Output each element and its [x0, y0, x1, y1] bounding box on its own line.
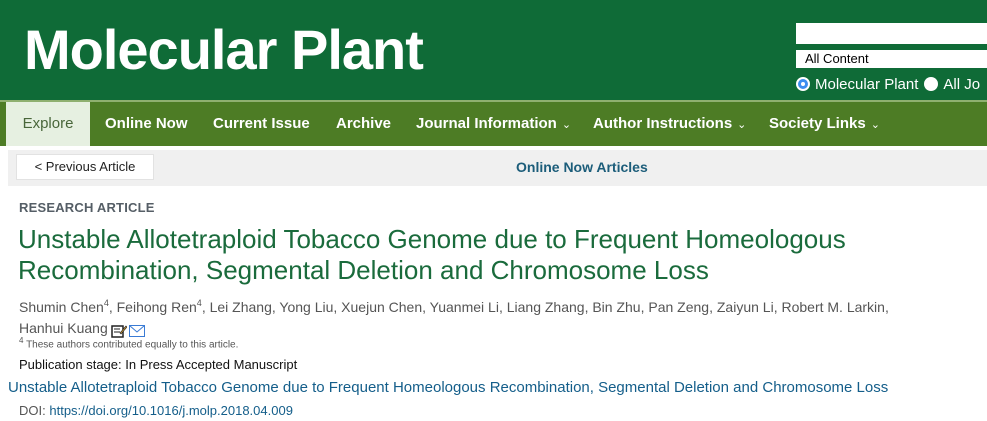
footnote-mark: 4 — [19, 336, 24, 345]
nav-label: Journal Information — [416, 115, 557, 132]
radio-all-journals[interactable] — [924, 77, 939, 91]
author-name[interactable]: Lei Zhang — [210, 299, 272, 315]
publication-stage: Publication stage: In Press Accepted Man… — [19, 357, 298, 372]
nav-label: Society Links — [769, 115, 866, 132]
radio-label-molecular-plant: Molecular Plant — [815, 76, 919, 93]
nav-society-links[interactable]: Society Links ⌄ — [769, 102, 880, 146]
author-name[interactable]: Xuejun Chen — [341, 299, 422, 315]
chevron-down-icon: ⌄ — [737, 119, 747, 131]
nav-label: Archive — [336, 115, 392, 132]
radio-label-all-journals: All Jo — [943, 76, 981, 93]
author-name[interactable]: Feihong Ren — [117, 299, 197, 315]
author-name[interactable]: Yuanmei Li — [430, 299, 499, 315]
author-footnote: 4 These authors contributed equally to t… — [19, 336, 238, 350]
author-name[interactable]: Robert M. Larkin — [781, 299, 884, 315]
article-title: Unstable Allotetraploid Tobacco Genome d… — [18, 224, 846, 285]
doi-label: DOI: — [19, 403, 46, 418]
nav-explore[interactable]: Explore — [6, 102, 90, 146]
chevron-down-icon: ⌄ — [870, 119, 880, 131]
nav-label: Online Now — [105, 115, 188, 132]
author-name[interactable]: Shumin Chen — [19, 299, 104, 315]
nav-label: Author Instructions — [593, 115, 733, 132]
author-name[interactable]: Liang Zhang — [507, 299, 585, 315]
nav-current-issue[interactable]: Current Issue — [213, 102, 310, 146]
doi-link[interactable]: https://doi.org/10.1016/j.molp.2018.04.0… — [49, 403, 293, 418]
nav-label: Explore — [22, 115, 74, 132]
article-nav-bar: < Previous Article Online Now Articles — [8, 150, 987, 186]
article-type-label: RESEARCH ARTICLE — [19, 200, 155, 215]
nav-label: Current Issue — [213, 115, 310, 132]
author-name[interactable]: Hanhui Kuang — [19, 320, 108, 336]
search-scope-radios: Molecular Plant All Jo — [796, 75, 980, 95]
section-title[interactable]: Online Now Articles — [516, 150, 648, 184]
article-title-link[interactable]: Unstable Allotetraploid Tobacco Genome d… — [8, 379, 888, 396]
chevron-down-icon: ⌄ — [561, 119, 572, 131]
site-header: Molecular Plant All Content Molecular Pl… — [0, 0, 987, 100]
author-footnote-mark: 4 — [103, 298, 109, 308]
footnote-text: These authors contributed equally to thi… — [26, 339, 239, 351]
search-input[interactable] — [796, 23, 987, 44]
author-name[interactable]: Bin Zhu — [592, 299, 640, 315]
author-name[interactable]: Zaiyun Li — [717, 299, 774, 315]
author-name[interactable]: Yong Liu — [279, 299, 333, 315]
nav-archive[interactable]: Archive — [336, 102, 391, 146]
journal-logo[interactable]: Molecular Plant — [24, 20, 424, 80]
previous-article-button[interactable]: < Previous Article — [16, 154, 154, 180]
radio-molecular-plant[interactable] — [796, 77, 810, 91]
main-nav: Explore Online Now Current Issue Archive… — [0, 100, 987, 146]
nav-journal-information[interactable]: Journal Information ⌄ — [416, 102, 571, 146]
author-name[interactable]: Pan Zeng — [648, 299, 709, 315]
nav-online-now[interactable]: Online Now — [105, 102, 188, 146]
search-scope-select[interactable]: All Content — [796, 50, 987, 68]
author-footnote-mark: 4 — [196, 298, 202, 308]
nav-author-instructions[interactable]: Author Instructions ⌄ — [593, 102, 746, 146]
author-list: Shumin Chen4, Feihong Ren4, Lei Zhang, Y… — [19, 293, 979, 341]
doi-line: DOI: https://doi.org/10.1016/j.molp.2018… — [19, 403, 293, 418]
